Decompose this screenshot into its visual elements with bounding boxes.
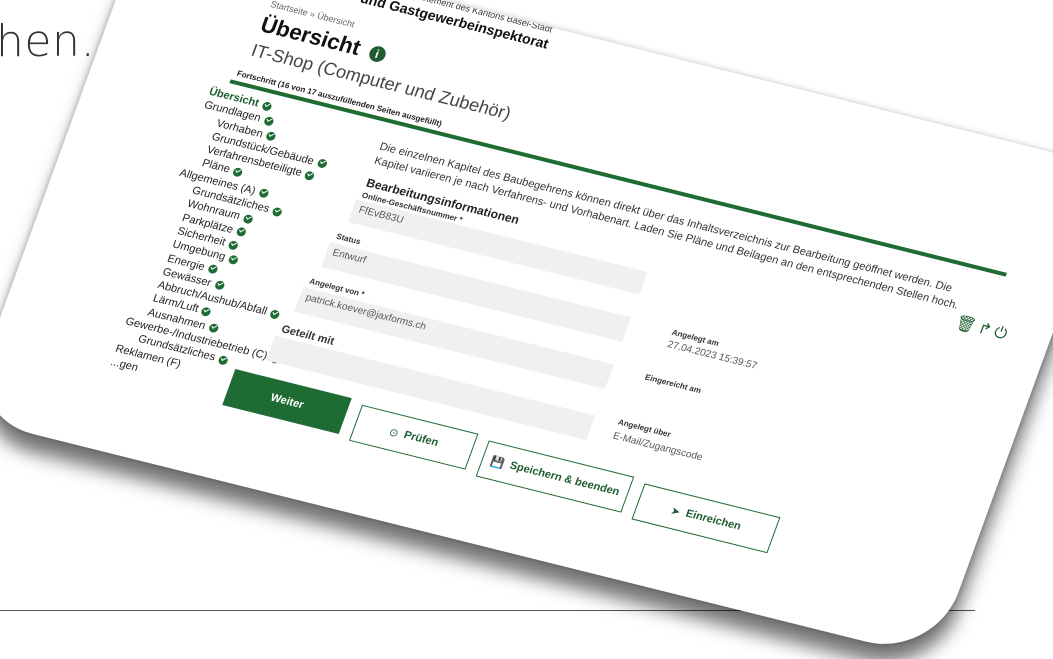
submit-button[interactable]: ➤ Einreichen [631, 483, 781, 554]
send-icon: ➤ [669, 504, 683, 519]
save-exit-button[interactable]: 💾 Speichern & beenden [475, 440, 635, 513]
check-done-icon [260, 100, 273, 112]
power-icon[interactable]: ⏻ [991, 324, 1012, 344]
check-done-icon [227, 254, 240, 265]
check-done-icon [315, 158, 328, 170]
screenshot-stage: Bau- und Verkehrsdepartement des Kantons… [0, 0, 1053, 659]
save-icon: 💾 [488, 455, 507, 471]
check-done-icon [271, 206, 284, 217]
check-button[interactable]: ⊙ Prüfen [348, 404, 479, 470]
info-icon[interactable]: i [366, 44, 388, 64]
app-window-card: Bau- und Verkehrsdepartement des Kantons… [0, 0, 1053, 659]
check-done-icon [213, 280, 226, 291]
check-done-icon [241, 213, 254, 225]
check-done-icon [231, 167, 244, 178]
check-done-icon [235, 226, 248, 238]
check-done-icon [264, 131, 277, 142]
check-done-icon [207, 323, 220, 334]
check-circle-icon: ⊙ [387, 425, 401, 440]
submitted-at-label: Eingereicht am [643, 372, 703, 396]
check-button-label: Prüfen [402, 429, 441, 449]
check-done-icon [206, 263, 219, 275]
check-done-icon [257, 188, 270, 199]
check-done-icon [227, 239, 240, 251]
check-done-icon [268, 308, 281, 320]
submit-button-label: Einreichen [683, 507, 743, 533]
check-done-icon [217, 354, 229, 366]
next-button[interactable]: Weiter [222, 369, 352, 434]
toolbar-icons: 🗑↱⏻ [952, 313, 1013, 345]
check-done-icon [303, 170, 316, 181]
check-done-icon [262, 115, 275, 127]
save-exit-button-label: Speichern & beenden [507, 459, 622, 499]
check-done-icon [200, 306, 213, 318]
next-button-label: Weiter [268, 391, 306, 412]
